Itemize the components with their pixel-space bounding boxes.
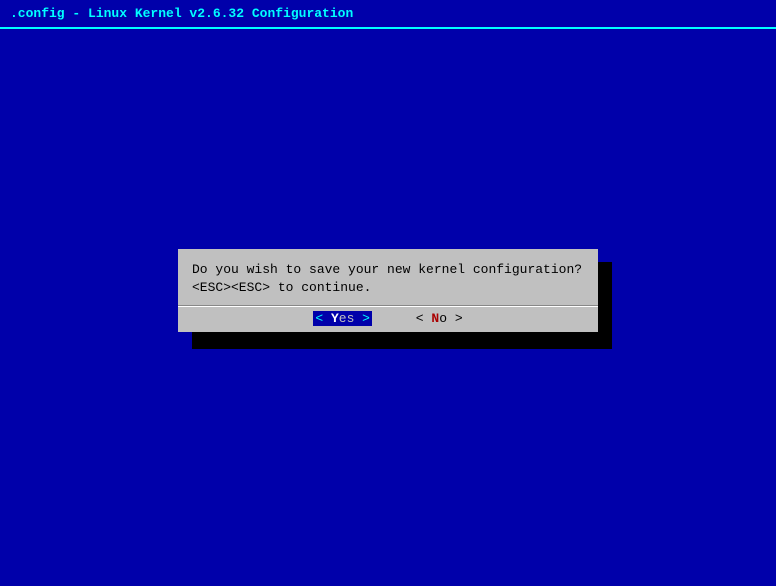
- dialog-button-row: < Yes > < No >: [178, 307, 598, 332]
- no-post: o: [439, 311, 455, 326]
- yes-post: es: [339, 311, 362, 326]
- window-title: .config - Linux Kernel v2.6.32 Configura…: [0, 0, 776, 29]
- save-confirm-dialog: Do you wish to save your new kernel conf…: [178, 249, 598, 332]
- bracket-left: <: [315, 311, 323, 326]
- main-area: Do you wish to save your new kernel conf…: [0, 31, 776, 586]
- yes-pre: [323, 311, 331, 326]
- dialog-line-1: Do you wish to save your new kernel conf…: [192, 261, 584, 279]
- yes-hotkey: Y: [331, 311, 339, 326]
- bracket-left: <: [416, 311, 424, 326]
- no-button[interactable]: < No >: [416, 311, 463, 326]
- bracket-right: >: [362, 311, 370, 326]
- bracket-right: >: [455, 311, 463, 326]
- yes-button[interactable]: < Yes >: [313, 311, 372, 326]
- dialog-message: Do you wish to save your new kernel conf…: [178, 249, 598, 305]
- dialog-line-2: <ESC><ESC> to continue.: [192, 279, 584, 297]
